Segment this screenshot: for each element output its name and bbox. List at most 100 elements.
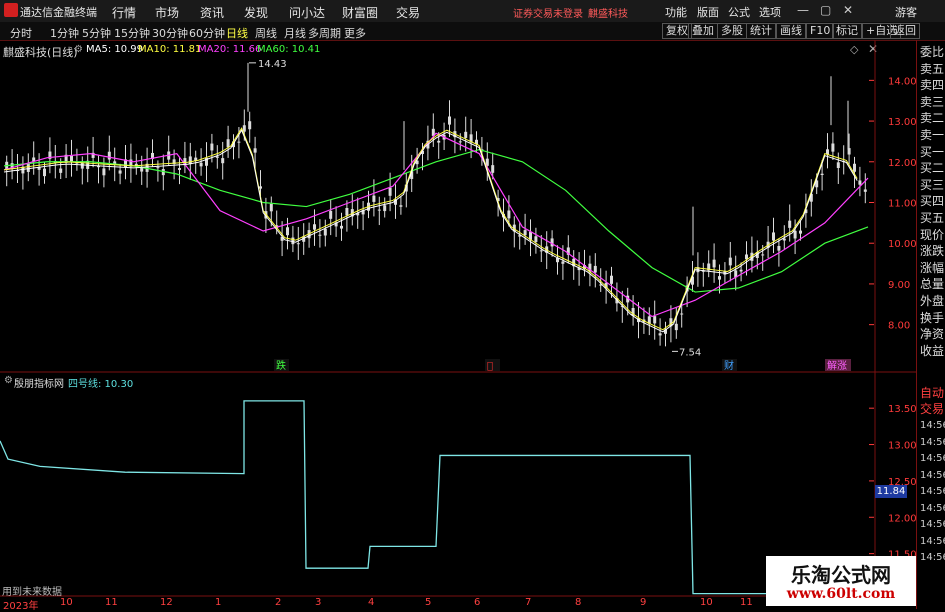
candle-body [772,232,775,241]
sub-y-label: 12.00 [888,513,917,524]
side-item-6[interactable]: 买一 [920,145,944,159]
candle-body [853,163,856,172]
side-item-1[interactable]: 卖五 [920,62,944,76]
candle-body [383,205,387,212]
event-label: 财 [724,359,734,372]
side-item-11[interactable]: 现价 [920,228,944,242]
event-label:   [487,361,493,372]
side-item-5[interactable]: 卖一 [920,128,944,142]
candle-body [329,210,333,219]
side-item-7[interactable]: 买二 [920,161,944,175]
candle-body [458,141,462,143]
side-item-12[interactable]: 涨跌 [920,244,944,258]
side-bottom-1[interactable]: 交易 [920,402,944,416]
candle-body [507,210,511,219]
x-axis-month: 11 [105,597,118,608]
candle-body [296,243,300,245]
candle-body [313,224,316,230]
watermark-title: 乐淘公式网 [791,563,891,587]
candle-body [799,230,802,234]
candle-body [793,230,797,239]
candle-body [858,180,862,185]
side-item-9[interactable]: 买四 [920,194,944,208]
candle-body [539,250,543,252]
candle-body [345,207,349,216]
side-item-16[interactable]: 换手 [920,311,944,325]
candle-body [534,236,538,242]
side-item-14[interactable]: 总量 [920,277,944,291]
main-y-label: 10.00 [888,239,917,250]
event-label: 解涨 [827,359,847,372]
candle-body [610,275,613,284]
candle-body [718,276,721,280]
candle-body [43,168,46,177]
candle-body [253,148,257,153]
sub-y-label: 13.50 [888,404,917,415]
side-time-1: 14:56 [920,436,945,448]
side-item-4[interactable]: 卖二 [920,111,944,125]
high-marker-label: 14.43 [258,59,287,70]
candle-body [831,143,835,152]
x-axis-month: 5 [425,597,432,608]
candle-body [653,316,657,324]
indicator-name[interactable]: 殷朋指标网 [14,375,64,390]
candle-body [728,257,732,266]
indicator-settings-icon[interactable]: ⚙ [4,375,13,386]
main-y-label: 9.00 [888,280,910,291]
watermark-box: 乐淘公式网 www.60lt.com [766,556,916,606]
ma-line-MA60 [3,148,869,293]
candle-body [259,186,262,189]
side-bottom-0[interactable]: 自动 [920,386,944,400]
x-axis-month: 10 [700,597,713,608]
candle-body [340,225,343,229]
candle-body [248,121,252,130]
side-time-8: 14:56 [920,552,945,563]
candle-body [761,254,765,256]
main-y-label: 13.00 [888,117,917,128]
indicator-step-line [0,400,768,595]
main-y-label: 8.00 [888,321,910,332]
candle-body [178,168,181,170]
candle-body [712,259,716,268]
side-item-8[interactable]: 买三 [920,178,944,192]
candle-body [156,167,160,169]
side-item-13[interactable]: 涨幅 [920,261,944,275]
indicator-price-tag: 11.84 [875,485,907,498]
candle-body [523,230,527,236]
side-item-15[interactable]: 外盘 [920,294,944,308]
watermark-url: www.60lt.com [786,586,896,602]
candle-body [739,269,743,272]
x-axis-month: 7 [525,597,532,608]
side-item-10[interactable]: 买五 [920,211,944,225]
side-item-0[interactable]: 委比 [920,45,944,59]
side-item-3[interactable]: 卖三 [920,95,944,109]
candle-body [26,164,30,172]
candle-body [377,209,381,211]
side-item-17[interactable]: 净资 [920,327,944,341]
candle-body [593,265,597,273]
chart-canvas[interactable]: 14.43 7.54 跌   财 解涨 14.00 13.00 12.00 11.00 10.00… [0,0,945,609]
candle-body [863,189,867,192]
x-axis-month: 8 [575,597,582,608]
candle-body [80,162,84,169]
candle-body [437,140,441,143]
candle-body [448,116,451,125]
side-time-6: 14:56 [920,519,945,530]
x-axis-month: 1 [215,597,222,608]
candle-body [820,173,824,175]
side-item-2[interactable]: 卖四 [920,78,944,92]
side-time-2: 14:56 [920,453,945,464]
candle-body [242,125,246,132]
x-axis-month: 2 [275,597,282,608]
low-marker-label: 7.54 [679,347,701,358]
x-axis-month: 6 [474,597,481,608]
candle-body [118,170,122,174]
candle-body [464,131,468,138]
candle-body [836,162,840,168]
main-y-label: 12.00 [888,158,917,169]
candle-body [188,156,192,165]
candle-body [788,220,792,228]
side-item-18[interactable]: 收益 [920,344,944,358]
side-time-3: 14:56 [920,469,945,481]
candle-body [680,313,684,315]
